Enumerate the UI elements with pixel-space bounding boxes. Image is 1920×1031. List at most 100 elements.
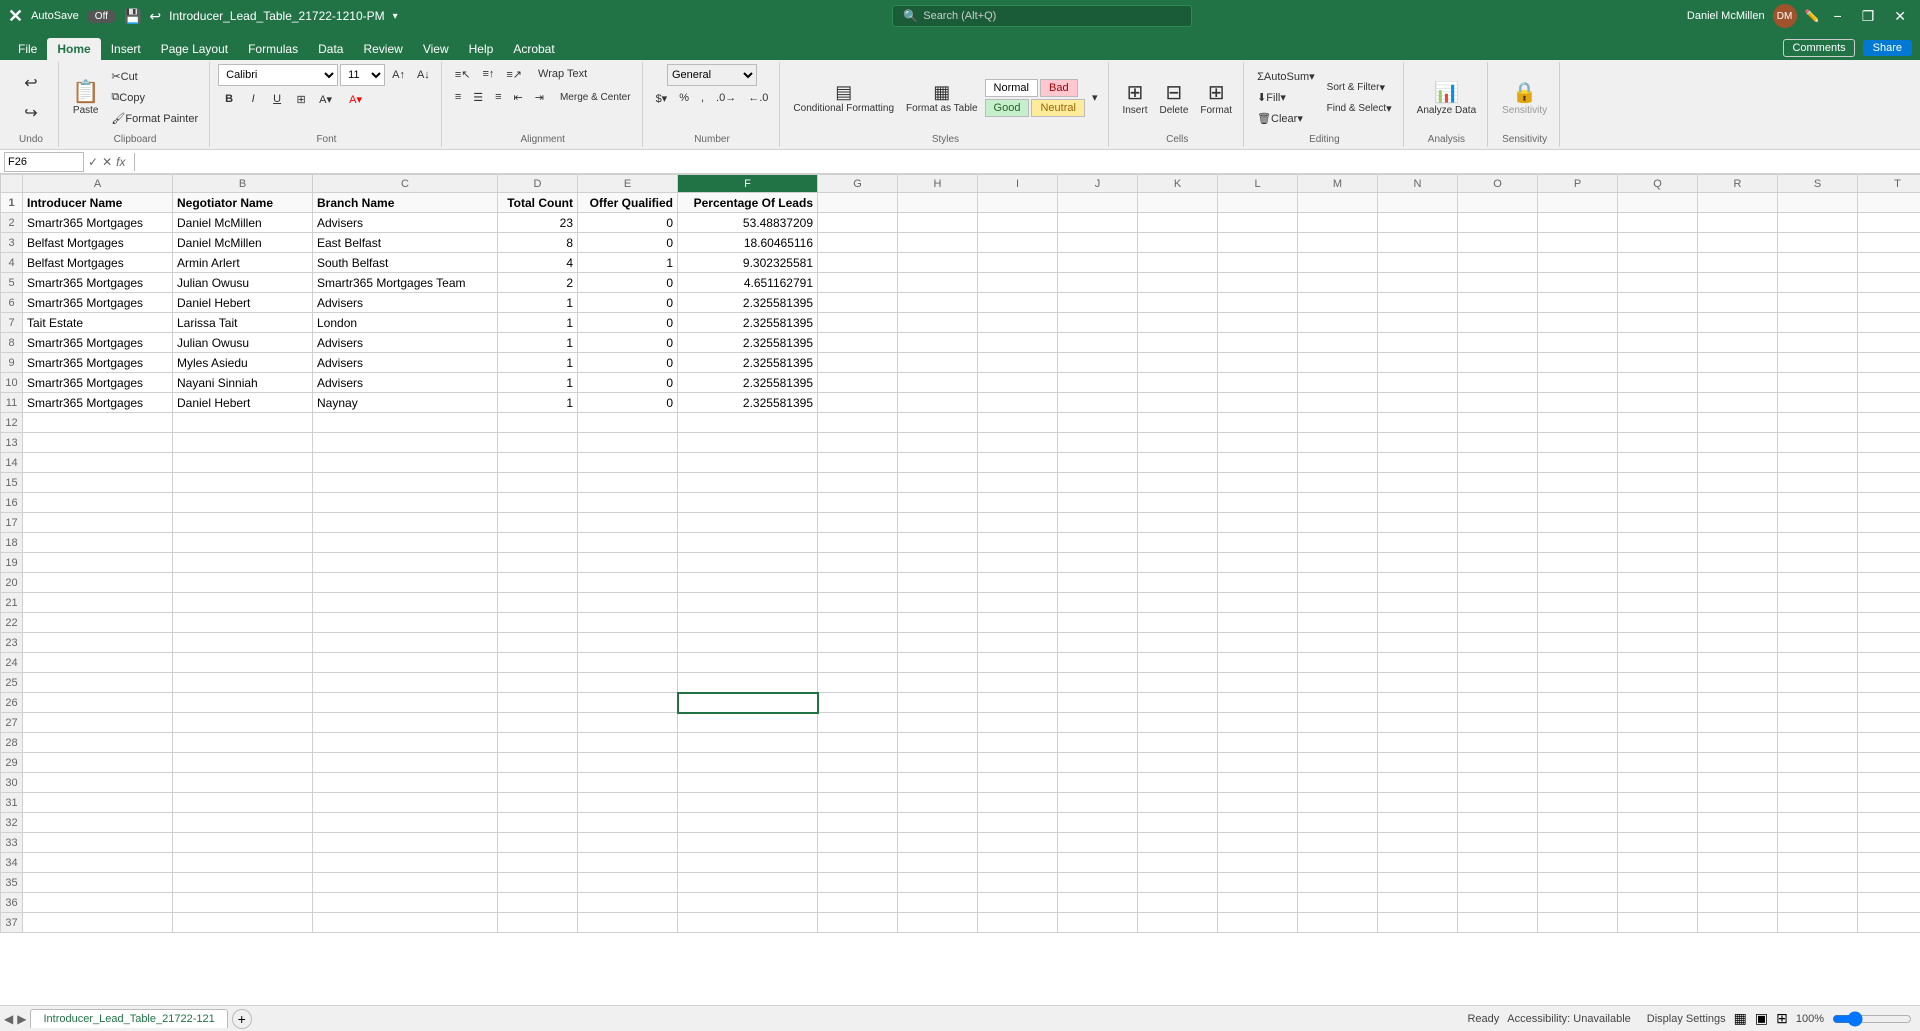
cell-j35[interactable] (1058, 873, 1138, 893)
cell-m23[interactable] (1298, 633, 1378, 653)
cell-t29[interactable] (1858, 753, 1920, 773)
cell-d12[interactable] (498, 413, 578, 433)
cell-t26[interactable] (1858, 693, 1920, 713)
style-normal[interactable]: Normal (985, 79, 1038, 97)
cell-t34[interactable] (1858, 853, 1920, 873)
cell-q21[interactable] (1618, 593, 1698, 613)
cell-r35[interactable] (1698, 873, 1778, 893)
cell-r14[interactable] (1698, 453, 1778, 473)
cell-n13[interactable] (1378, 433, 1458, 453)
cell-m6[interactable] (1298, 293, 1378, 313)
autosave-toggle[interactable]: Off (87, 10, 116, 23)
col-header-b[interactable]: B (173, 175, 313, 193)
cell-d26[interactable] (498, 693, 578, 713)
cell-o22[interactable] (1458, 613, 1538, 633)
cell-g11[interactable] (818, 393, 898, 413)
tab-view[interactable]: View (413, 38, 459, 60)
cell-s19[interactable] (1778, 553, 1858, 573)
cell-i35[interactable] (978, 873, 1058, 893)
cell-i15[interactable] (978, 473, 1058, 493)
cell-a28[interactable] (23, 733, 173, 753)
cell-o19[interactable] (1458, 553, 1538, 573)
cell-i17[interactable] (978, 513, 1058, 533)
cell-t8[interactable] (1858, 333, 1920, 353)
cell-j16[interactable] (1058, 493, 1138, 513)
cell-r26[interactable] (1698, 693, 1778, 713)
cell-d17[interactable] (498, 513, 578, 533)
cell-d21[interactable] (498, 593, 578, 613)
cell-c2[interactable]: Advisers (313, 213, 498, 233)
cell-e12[interactable] (578, 413, 678, 433)
cell-o11[interactable] (1458, 393, 1538, 413)
number-format-select[interactable]: General (667, 64, 757, 86)
cell-g16[interactable] (818, 493, 898, 513)
delete-cells-button[interactable]: ⊟ Delete (1154, 65, 1193, 131)
cell-i10[interactable] (978, 373, 1058, 393)
cell-r28[interactable] (1698, 733, 1778, 753)
cell-c3[interactable]: East Belfast (313, 233, 498, 253)
cell-c28[interactable] (313, 733, 498, 753)
cell-j15[interactable] (1058, 473, 1138, 493)
cell-f36[interactable] (678, 893, 818, 913)
cell-e33[interactable] (578, 833, 678, 853)
cell-j17[interactable] (1058, 513, 1138, 533)
cell-g34[interactable] (818, 853, 898, 873)
cell-b15[interactable] (173, 473, 313, 493)
cell-a11[interactable]: Smartr365 Mortgages (23, 393, 173, 413)
cell-l11[interactable] (1218, 393, 1298, 413)
cell-a6[interactable]: Smartr365 Mortgages (23, 293, 173, 313)
tab-file[interactable]: File (8, 38, 47, 60)
cell-f29[interactable] (678, 753, 818, 773)
cell-q7[interactable] (1618, 313, 1698, 333)
cell-p24[interactable] (1538, 653, 1618, 673)
cell-s7[interactable] (1778, 313, 1858, 333)
cell-q6[interactable] (1618, 293, 1698, 313)
cell-i16[interactable] (978, 493, 1058, 513)
cell-o26[interactable] (1458, 693, 1538, 713)
paste-button[interactable]: 📋 Paste (67, 65, 104, 131)
cell-o30[interactable] (1458, 773, 1538, 793)
cell-s26[interactable] (1778, 693, 1858, 713)
cell-l20[interactable] (1218, 573, 1298, 593)
cell-q33[interactable] (1618, 833, 1698, 853)
cell-g23[interactable] (818, 633, 898, 653)
cell-k33[interactable] (1138, 833, 1218, 853)
cut-button[interactable]: ✂ Cut (106, 67, 203, 87)
cell-m25[interactable] (1298, 673, 1378, 693)
styles-expand-button[interactable]: ▾ (1087, 65, 1103, 131)
formula-bar-x-icon[interactable]: ✕ (102, 155, 112, 169)
cell-a27[interactable] (23, 713, 173, 733)
cell-k5[interactable] (1138, 273, 1218, 293)
font-name-select[interactable]: Calibri (218, 64, 338, 86)
cell-t5[interactable] (1858, 273, 1920, 293)
cell-n26[interactable] (1378, 693, 1458, 713)
cell-s8[interactable] (1778, 333, 1858, 353)
cell-s2[interactable] (1778, 213, 1858, 233)
cell-d4[interactable]: 4 (498, 253, 578, 273)
cell-s29[interactable] (1778, 753, 1858, 773)
col-header-m[interactable]: M (1298, 175, 1378, 193)
cell-k10[interactable] (1138, 373, 1218, 393)
cell-c8[interactable]: Advisers (313, 333, 498, 353)
cell-p36[interactable] (1538, 893, 1618, 913)
cell-i9[interactable] (978, 353, 1058, 373)
cell-m5[interactable] (1298, 273, 1378, 293)
cell-q31[interactable] (1618, 793, 1698, 813)
cell-t16[interactable] (1858, 493, 1920, 513)
cell-n23[interactable] (1378, 633, 1458, 653)
cell-f15[interactable] (678, 473, 818, 493)
cell-g6[interactable] (818, 293, 898, 313)
cell-i14[interactable] (978, 453, 1058, 473)
cell-l30[interactable] (1218, 773, 1298, 793)
cell-m28[interactable] (1298, 733, 1378, 753)
fill-button[interactable]: ⬇ Fill ▾ (1252, 88, 1320, 108)
tab-formulas[interactable]: Formulas (238, 38, 308, 60)
cell-n17[interactable] (1378, 513, 1458, 533)
cell-f24[interactable] (678, 653, 818, 673)
cell-f16[interactable] (678, 493, 818, 513)
cell-n14[interactable] (1378, 453, 1458, 473)
cell-p2[interactable] (1538, 213, 1618, 233)
cell-l9[interactable] (1218, 353, 1298, 373)
cell-g3[interactable] (818, 233, 898, 253)
cell-a8[interactable]: Smartr365 Mortgages (23, 333, 173, 353)
